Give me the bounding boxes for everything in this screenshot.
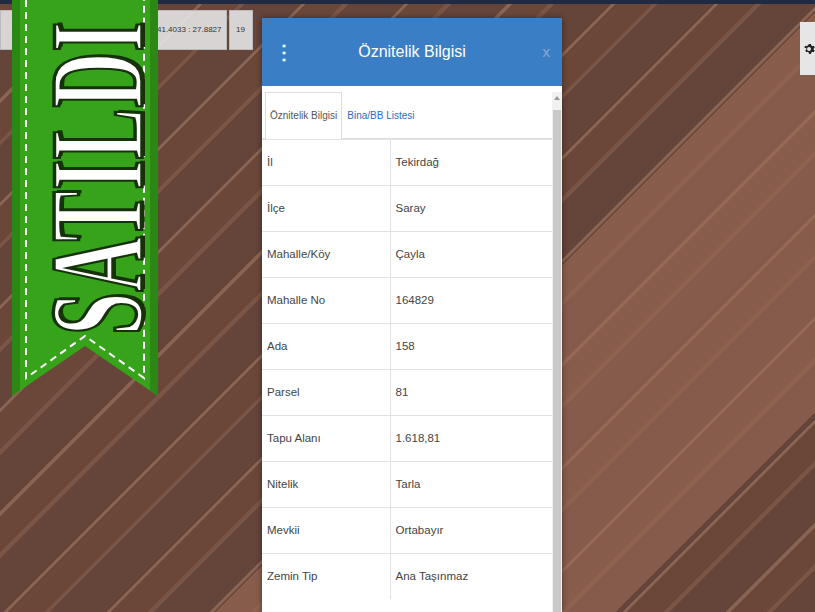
scrollbar[interactable] [552, 92, 562, 612]
attribute-name: İlçe [262, 186, 390, 232]
attribute-name: Zemin Tip [262, 554, 390, 600]
settings-button[interactable] [800, 22, 815, 75]
attribute-row: MevkiiOrtabayır [262, 508, 552, 554]
gear-icon[interactable] [803, 43, 815, 55]
attribute-value: 81 [390, 370, 552, 416]
sold-label: SATILDI [30, 21, 163, 335]
menu-button[interactable]: ⋮ [274, 37, 294, 67]
attribute-name: Mahalle No [262, 278, 390, 324]
attribute-row: Parsel81 [262, 370, 552, 416]
coordinates: 41.4033 : 27.8827 [152, 10, 227, 50]
attribute-name: Mahalle/Köy [262, 232, 390, 278]
sold-ribbon: SATILDI [12, 0, 158, 396]
attribute-row: Tapu Alanı1.618,81 [262, 416, 552, 462]
tab[interactable]: Öznitelik Bilgisi [265, 92, 342, 139]
close-button[interactable]: x [530, 41, 550, 64]
attribute-value: Çayla [390, 232, 552, 278]
attribute-table: İlTekirdağİlçeSarayMahalle/KöyÇaylaMahal… [262, 139, 552, 599]
attribute-name: Nitelik [262, 462, 390, 508]
attribute-value: Saray [390, 186, 552, 232]
dialog-title: Öznitelik Bilgisi [294, 40, 530, 64]
attribute-row: Mahalle/KöyÇayla [262, 232, 552, 278]
attribute-value: Ana Taşınmaz [390, 554, 552, 600]
attribute-row: Ada158 [262, 324, 552, 370]
attribute-name: Mevkii [262, 508, 390, 554]
attribute-value: Tarla [390, 462, 552, 508]
attribute-value: 1.618,81 [390, 416, 552, 462]
attribute-row: Mahalle No164829 [262, 278, 552, 324]
attribute-name: Parsel [262, 370, 390, 416]
attribute-value: 158 [390, 324, 552, 370]
attribute-value: 164829 [390, 278, 552, 324]
tab-bar: Öznitelik BilgisiBina/BB Listesi [262, 92, 552, 139]
scroll-up-icon[interactable] [554, 96, 560, 100]
attribute-row: İlçeSaray [262, 186, 552, 232]
attribute-dialog: ⋮ Öznitelik Bilgisi x Öznitelik BilgisiB… [262, 18, 562, 612]
attribute-value: Ortabayır [390, 508, 552, 554]
attribute-row: NitelikTarla [262, 462, 552, 508]
attribute-value: Tekirdağ [390, 140, 552, 186]
attribute-name: Ada [262, 324, 390, 370]
tab[interactable]: Bina/BB Listesi [342, 92, 419, 139]
dialog-header: ⋮ Öznitelik Bilgisi x [262, 18, 562, 86]
attribute-name: Tapu Alanı [262, 416, 390, 462]
attribute-name: İl [262, 140, 390, 186]
attribute-row: İlTekirdağ [262, 140, 552, 186]
scroll-thumb[interactable] [553, 110, 561, 612]
zoom-level: 19 [229, 10, 253, 50]
attribute-row: Zemin TipAna Taşınmaz [262, 554, 552, 600]
